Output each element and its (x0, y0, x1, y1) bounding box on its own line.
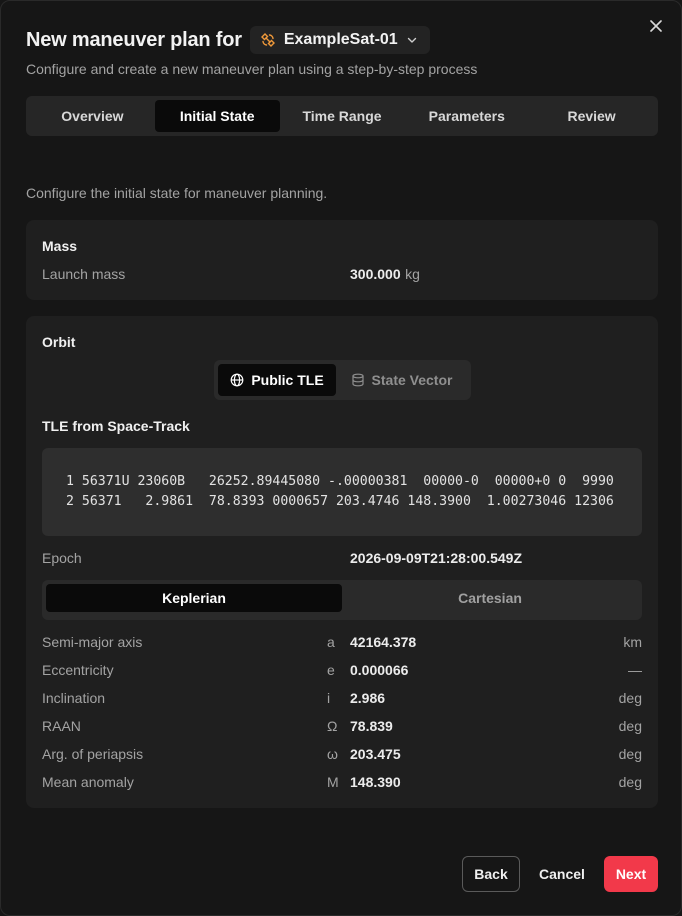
satellite-name: ExampleSat-01 (283, 31, 398, 48)
epoch-label: Epoch (42, 550, 82, 566)
element-row-raan: RAAN Ω 78.839 deg (42, 718, 642, 738)
public-tle-button[interactable]: Public TLE (218, 364, 336, 396)
globe-icon (230, 373, 244, 387)
cartesian-button[interactable]: Cartesian (342, 584, 638, 612)
element-unit: — (628, 662, 642, 678)
launch-mass-label: Launch mass (42, 266, 126, 282)
element-unit: km (623, 634, 642, 650)
step-tabs: Overview Initial State Time Range Parame… (26, 96, 658, 136)
tle-line-1: 1 56371U 23060B 26252.89445080 -.0000038… (66, 474, 614, 489)
element-type-toggle: Keplerian Cartesian (42, 580, 642, 620)
next-button[interactable]: Next (604, 856, 658, 892)
element-value: 2.986 (350, 690, 386, 706)
element-label: RAAN (42, 718, 81, 734)
element-row-mean-anomaly: Mean anomaly M 148.390 deg (42, 774, 642, 794)
launch-mass-value: 300.000 (350, 266, 401, 282)
element-unit: deg (618, 774, 642, 790)
satellite-icon (260, 33, 275, 47)
dialog-header: New maneuver plan for ExampleSat-01 (26, 25, 430, 55)
tab-parameters[interactable]: Parameters (404, 100, 529, 132)
element-row-inclination: Inclination i 2.986 deg (42, 690, 642, 710)
element-label: Mean anomaly (42, 774, 134, 790)
dialog-subtitle: Configure and create a new maneuver plan… (26, 61, 478, 77)
element-symbol: i (327, 690, 331, 706)
step-description: Configure the initial state for maneuver… (26, 185, 328, 201)
dialog-title: New maneuver plan for (26, 28, 242, 51)
element-value: 0.000066 (350, 662, 409, 678)
element-symbol: Ω (327, 718, 338, 734)
state-vector-button[interactable]: State Vector (336, 364, 467, 396)
satellite-selector[interactable]: ExampleSat-01 (249, 26, 430, 54)
database-icon (351, 373, 364, 387)
tab-overview[interactable]: Overview (30, 100, 155, 132)
element-symbol: ω (327, 746, 338, 762)
close-icon[interactable] (650, 20, 662, 32)
element-symbol: e (327, 662, 335, 678)
tab-review[interactable]: Review (529, 100, 654, 132)
element-unit: deg (618, 746, 642, 762)
orbit-card: Orbit Public TLE State Vector TLE from S… (26, 316, 658, 808)
tle-line-2: 2 56371 2.9861 78.8393 0000657 203.4746 … (66, 494, 614, 509)
launch-mass-value-group: 300.000 kg (350, 266, 420, 284)
launch-mass-unit: kg (405, 266, 420, 282)
epoch-value: 2026-09-09T21:28:00.549Z (350, 550, 523, 566)
cancel-button[interactable]: Cancel (532, 856, 592, 892)
element-unit: deg (618, 690, 642, 706)
element-unit: deg (618, 718, 642, 734)
element-value: 148.390 (350, 774, 401, 790)
state-vector-label: State Vector (371, 372, 453, 388)
tle-source-title: TLE from Space-Track (42, 418, 190, 434)
element-value: 203.475 (350, 746, 401, 762)
tle-text-box: 1 56371U 23060B 26252.89445080 -.0000038… (42, 448, 642, 536)
maneuver-plan-dialog: New maneuver plan for ExampleSat-01 Conf… (0, 0, 682, 916)
public-tle-label: Public TLE (251, 372, 324, 388)
orbit-source-toggle: Public TLE State Vector (214, 360, 471, 400)
element-label: Semi-major axis (42, 634, 143, 650)
keplerian-button[interactable]: Keplerian (46, 584, 342, 612)
element-row-semi-major-axis: Semi-major axis a 42164.378 km (42, 634, 642, 654)
element-value: 42164.378 (350, 634, 417, 650)
element-label: Arg. of periapsis (42, 746, 144, 762)
orbit-title: Orbit (42, 334, 76, 350)
close-button[interactable] (645, 15, 667, 37)
element-label: Eccentricity (42, 662, 114, 678)
chevron-down-icon (407, 37, 416, 43)
tab-initial-state[interactable]: Initial State (154, 100, 280, 132)
back-button[interactable]: Back (462, 856, 520, 892)
mass-card: Mass Launch mass 300.000 kg (26, 220, 658, 300)
element-row-arg-of-periapsis: Arg. of periapsis ω 203.475 deg (42, 746, 642, 766)
tab-time-range[interactable]: Time Range (280, 100, 405, 132)
mass-title: Mass (42, 238, 78, 254)
element-row-eccentricity: Eccentricity e 0.000066 — (42, 662, 642, 682)
element-symbol: a (327, 634, 335, 650)
element-symbol: M (327, 774, 339, 790)
element-label: Inclination (42, 690, 106, 706)
element-value: 78.839 (350, 718, 393, 734)
